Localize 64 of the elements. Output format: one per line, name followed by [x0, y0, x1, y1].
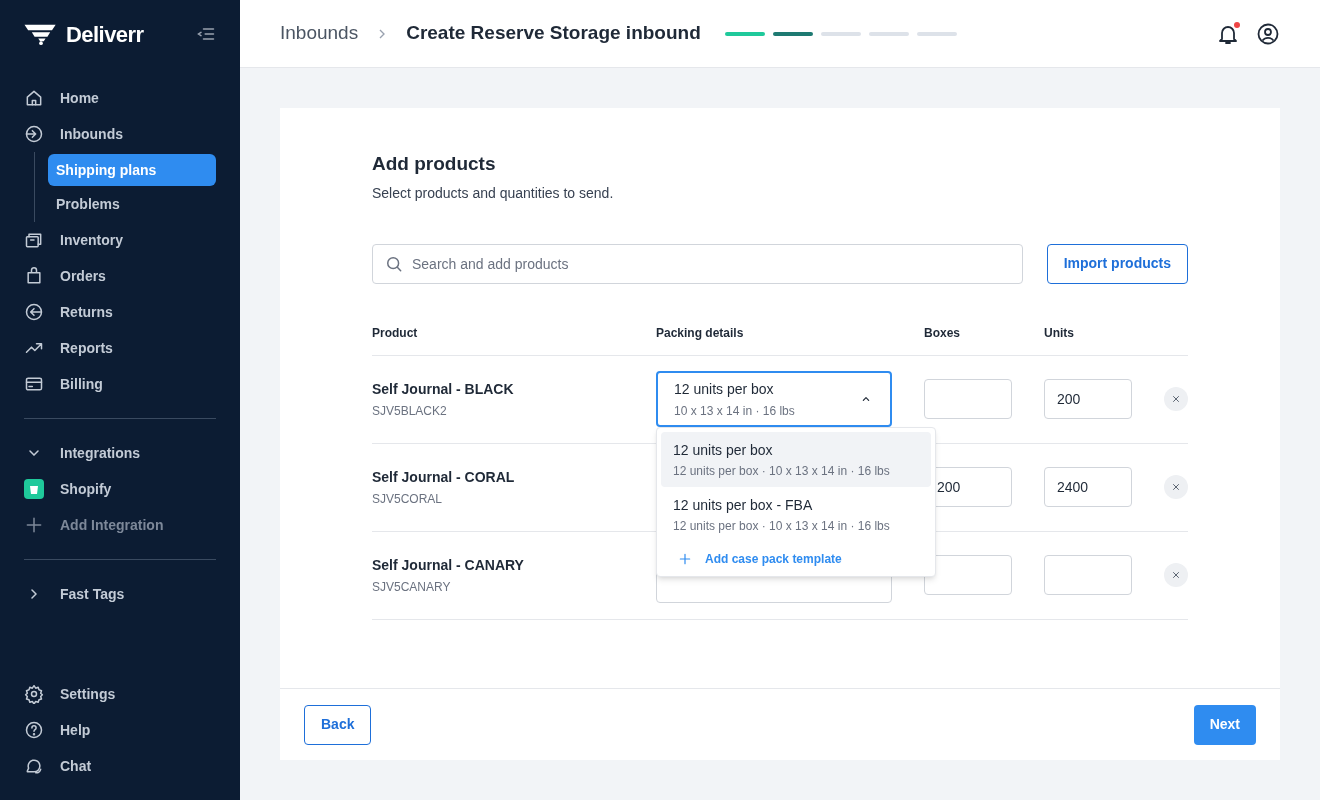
bag-icon: [24, 266, 44, 286]
arrow-in-circle-icon: [24, 124, 44, 144]
product-sku: SJV5CANARY: [372, 578, 452, 596]
product-name: Self Journal - CORAL: [372, 467, 516, 487]
nav-item[interactable]: Orders: [24, 258, 216, 294]
plus-icon: [677, 551, 693, 567]
plus-icon: [24, 515, 44, 535]
nav-item[interactable]: Inventory: [24, 222, 216, 258]
settings-icon: [24, 684, 44, 704]
nav-item[interactable]: Returns: [24, 294, 216, 330]
units-input[interactable]: 2400: [1044, 467, 1132, 507]
nav-item[interactable]: Settings: [24, 676, 216, 712]
import-products-button[interactable]: Import products: [1046, 243, 1188, 284]
breadcrumb-link[interactable]: Inbounds: [280, 19, 359, 48]
help-icon: [24, 720, 44, 740]
shopping-bag-app-icon: [24, 479, 44, 499]
nav-item[interactable]: Help: [24, 712, 216, 748]
units-input[interactable]: [1044, 555, 1132, 595]
logo-icon: [24, 23, 58, 45]
column-header: Boxes: [924, 325, 962, 342]
nav-subitem[interactable]: Problems: [48, 188, 216, 220]
boxes-icon: [24, 230, 44, 250]
section-subtitle: Select products and quantities to send.: [372, 183, 615, 203]
home-icon: [24, 88, 44, 108]
packing-label: 12 units per box: [674, 379, 775, 399]
product-sku: SJV5CORAL: [372, 490, 444, 508]
product-name: Self Journal - CANARY: [372, 555, 525, 575]
chevron-right-icon: [31, 589, 37, 599]
back-button[interactable]: Back: [304, 704, 372, 745]
column-header: Units: [1044, 325, 1075, 342]
column-header: Product: [372, 325, 419, 342]
column-header: Packing details: [656, 325, 745, 342]
section-title: Add products: [372, 152, 497, 176]
nav-item[interactable]: Billing: [24, 366, 216, 402]
integration-item[interactable]: Add Integration: [24, 507, 216, 543]
user-account-icon[interactable]: [1256, 21, 1280, 46]
arrow-back-circle-icon: [24, 302, 44, 322]
packing-select[interactable]: 12 units per box 10 x 13 x 14 in · 16 lbs: [656, 371, 892, 427]
nav-item[interactable]: Reports: [24, 330, 216, 366]
nav-item[interactable]: Home: [24, 80, 216, 116]
integrations-toggle[interactable]: Integrations: [24, 435, 216, 471]
integration-item[interactable]: Shopify: [24, 471, 216, 507]
remove-button[interactable]: [1164, 387, 1188, 411]
page-title: Create Reserve Storage inbound: [406, 21, 701, 46]
packing-detail: 10 x 13 x 14 in · 16 lbs: [674, 402, 796, 420]
logo-text: Deliverr: [66, 20, 144, 49]
product-sku: SJV5BLACK2: [372, 402, 448, 420]
units-input[interactable]: 200: [1044, 379, 1132, 419]
notification-bell-icon[interactable]: [1216, 21, 1240, 46]
nav-item[interactable]: Chat: [24, 748, 216, 784]
fast-tags-toggle[interactable]: Fast Tags: [24, 576, 216, 612]
dropdown-option[interactable]: 12 units per box 12 units per box · 10 x 13 x 14 in · 16 lbs: [661, 432, 931, 487]
card-icon: [24, 374, 44, 394]
remove-button[interactable]: [1164, 475, 1188, 499]
search-field[interactable]: Search and add products: [372, 243, 1023, 284]
boxes-input[interactable]: [924, 379, 1012, 419]
close-icon: [1170, 481, 1182, 493]
close-icon: [1170, 569, 1182, 581]
remove-button[interactable]: [1164, 563, 1188, 587]
nav-item[interactable]: Inbounds: [24, 116, 216, 152]
chevron-down-icon: [29, 450, 39, 456]
close-icon: [1170, 393, 1182, 405]
product-name: Self Journal - BLACK: [372, 379, 515, 399]
chat-icon: [24, 756, 44, 776]
